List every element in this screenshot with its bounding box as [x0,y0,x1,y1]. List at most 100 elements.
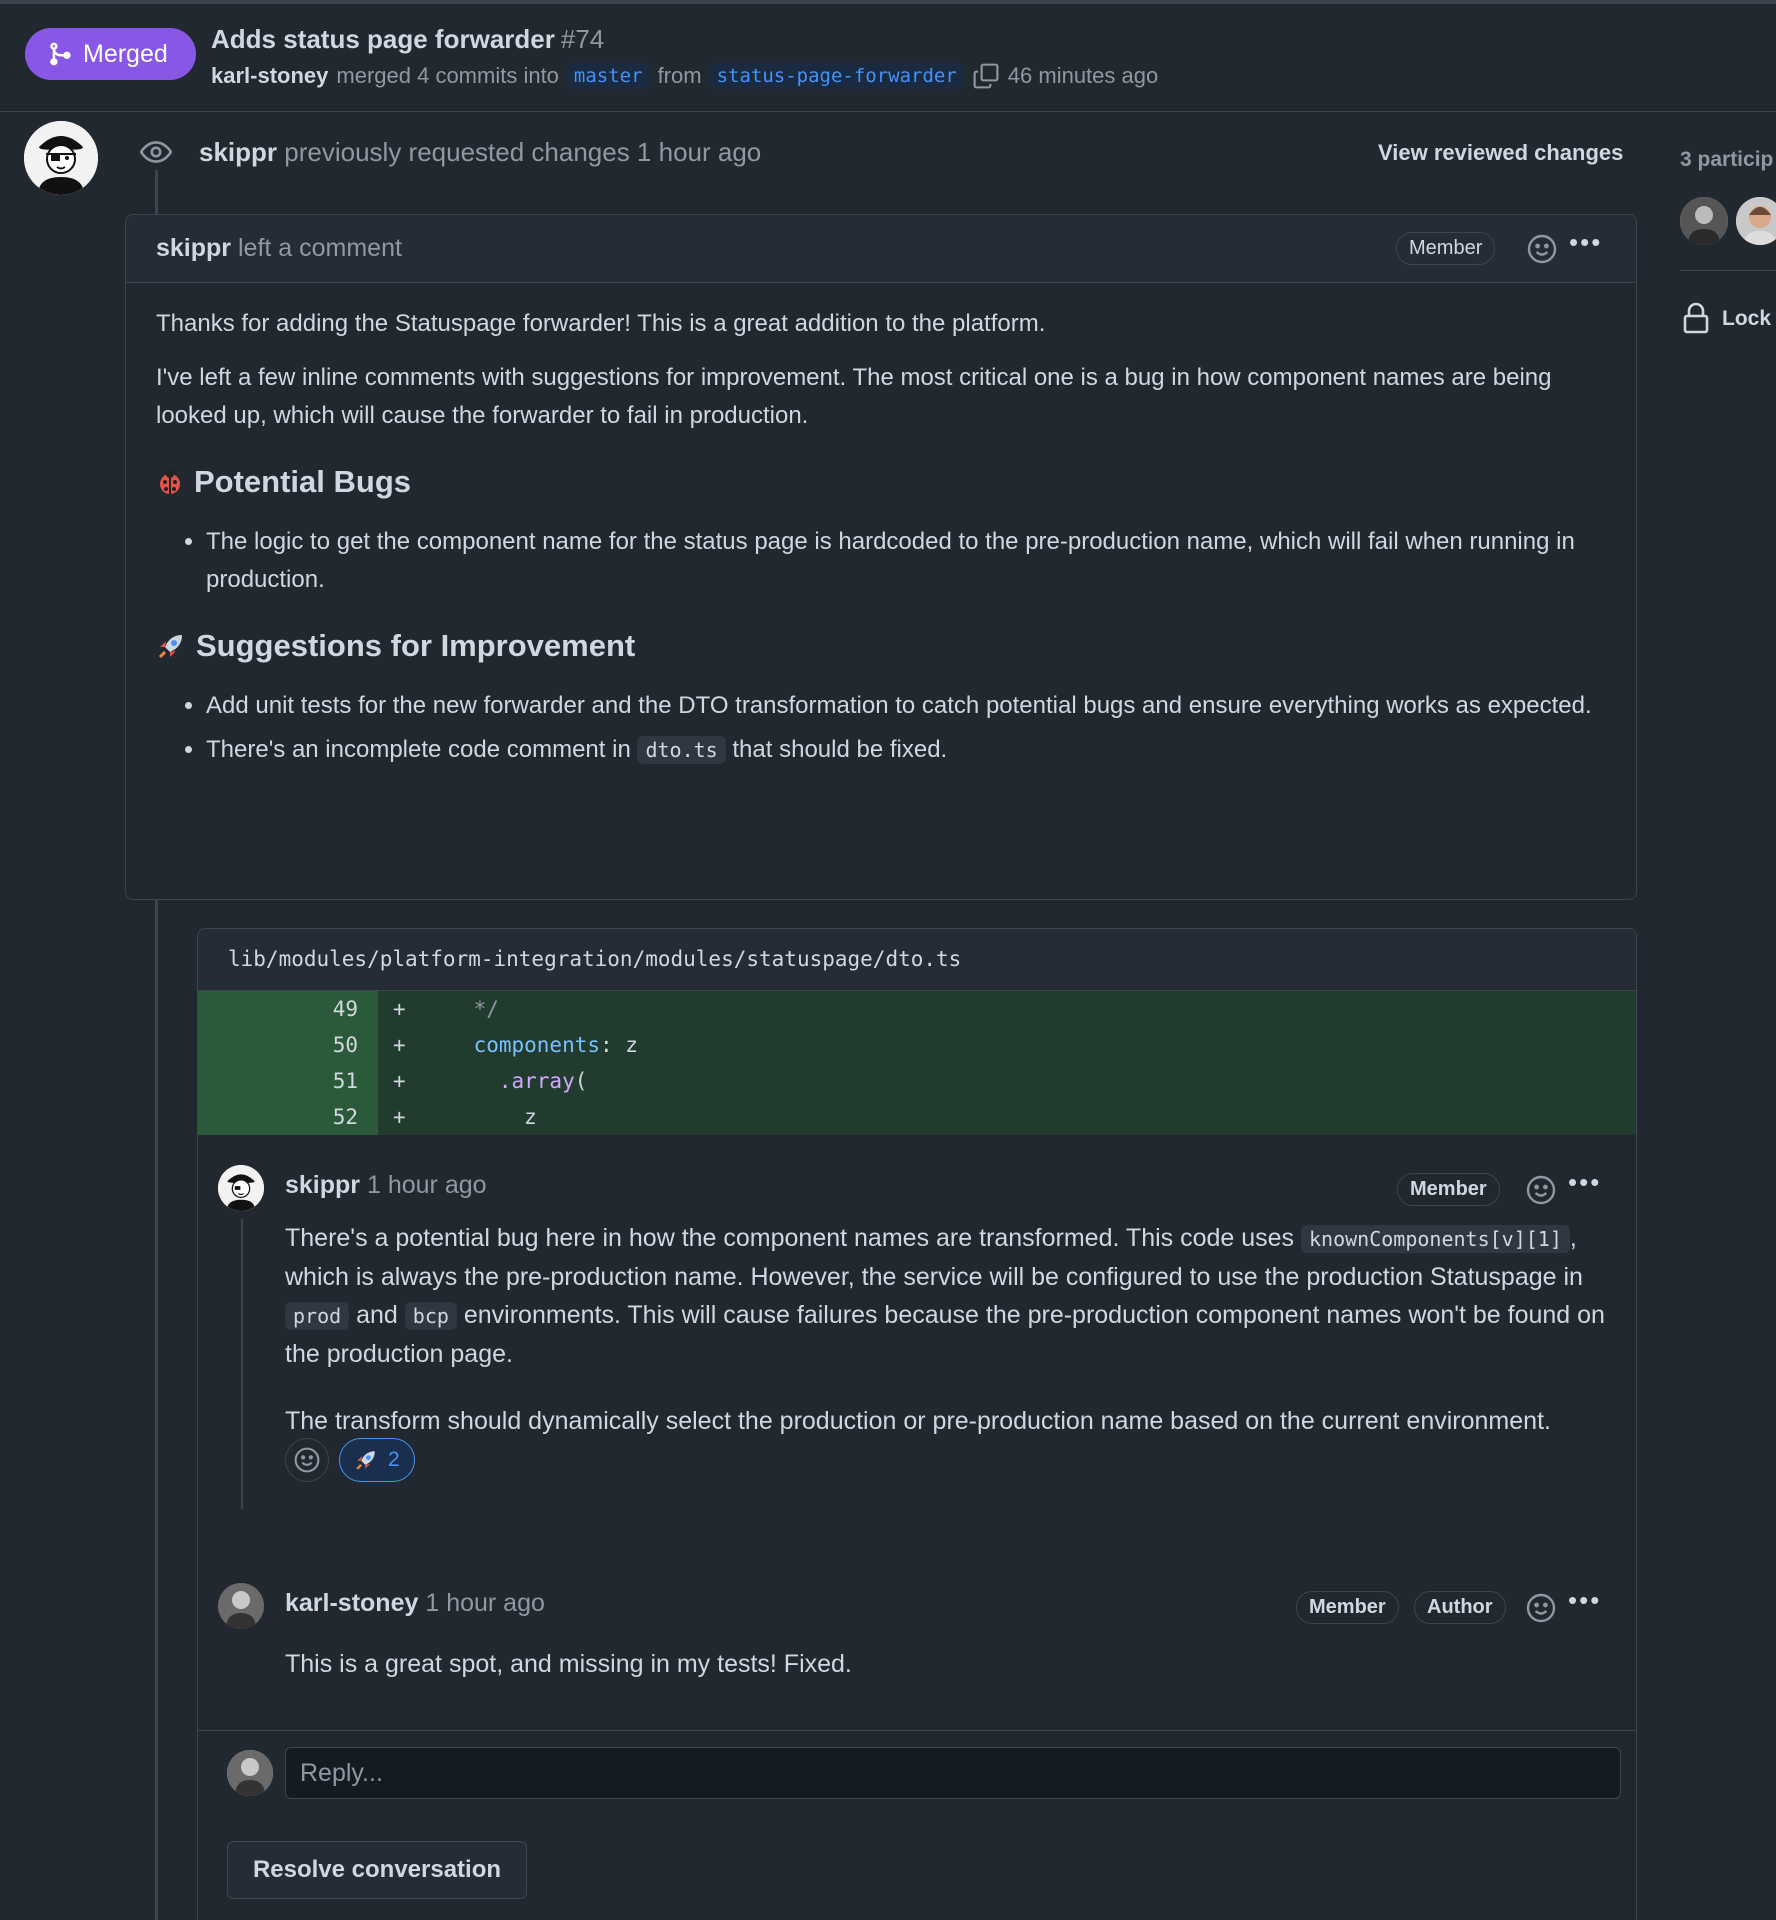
comment-header: skippr 1 hour ago [285,1171,487,1200]
participants-heading: 3 particip [1680,148,1774,171]
diff-sign: + [393,1069,406,1093]
review-paragraph: I've left a few inline comments with sug… [156,364,1552,429]
review-body: Thanks for adding the Statuspage forward… [156,305,1616,775]
suggestions-heading-text: Suggestions for Improvement [196,628,636,663]
diff-token: ( [574,1069,588,1093]
add-reaction-icon[interactable] [1525,1174,1557,1206]
avatar[interactable] [218,1583,264,1629]
add-reaction-button[interactable] [285,1438,329,1482]
list-item-text: that should be fixed. [732,736,948,763]
review-event-text: previously requested changes 1 hour ago [284,137,762,167]
lock-icon[interactable] [1682,302,1710,334]
diff-code: components: z [423,1027,638,1063]
diff-token: .array [498,1069,575,1093]
diff-line: 52 + z [198,1099,1636,1135]
diff-code: z [423,1099,537,1135]
pr-title: Adds status page forwarder #74 [211,24,604,55]
comment-text: environments. This will cause failures b… [285,1301,1605,1368]
more-options-icon[interactable]: ••• [1568,1167,1601,1198]
participant-avatar[interactable] [1680,197,1728,245]
review-author-line: skippr left a comment [156,234,402,263]
inline-code: dto.ts [637,736,726,764]
member-badge: Member [1396,232,1496,265]
resolve-conversation-button[interactable]: Resolve conversation [227,1841,527,1899]
rocket-reaction-button[interactable]: 2 [339,1438,415,1482]
diff-line: 51 + .array( [198,1063,1636,1099]
diff-line-number[interactable]: 52 [288,1099,358,1135]
file-path[interactable]: lib/modules/platform-integration/modules… [198,929,1636,991]
eye-icon [139,141,173,163]
pr-header: Merged Adds status page forwarder #74 kar… [0,4,1776,112]
comment-header: karl-stoney 1 hour ago [285,1589,545,1618]
pr-number: #74 [560,24,605,54]
pr-title-text: Adds status page forwarder [211,24,555,54]
pr-merged-text: merged 4 commits into [336,63,559,88]
review-thread: lib/modules/platform-integration/modules… [197,928,1637,1920]
suggestions-list: Add unit tests for the new forwarder and… [206,687,1616,769]
reply-input[interactable]: Reply... [285,1747,1621,1799]
review-event-line: skippr previously requested changes 1 ho… [199,137,761,168]
comment-text: There's a potential bug here in how the … [285,1224,1295,1252]
list-item-text: There's an incomplete code comment in [206,736,631,763]
participant-avatar-image [1680,197,1728,245]
diff-indent [423,1033,474,1057]
diff-line-number[interactable]: 51 [288,1063,358,1099]
more-options-icon[interactable]: ••• [1569,227,1602,258]
sidebar-divider [1680,270,1776,271]
more-options-icon[interactable]: ••• [1568,1585,1601,1616]
pr-author-link[interactable]: karl-stoney [211,63,328,89]
review-comment-box: skippr left a comment Member ••• Thanks … [125,214,1637,900]
comment-time[interactable]: 1 hour ago [425,1589,545,1617]
list-item: There's an incomplete code comment in dt… [206,731,1616,769]
review-event-user[interactable]: skippr [199,137,277,167]
comment-time[interactable]: 1 hour ago [367,1171,487,1199]
comment-paragraph: The transform should dynamically select … [285,1407,1551,1435]
comment-paragraph: There's a potential bug here in how the … [285,1219,1605,1373]
diff-token: z [524,1105,537,1129]
avatar[interactable] [24,121,98,195]
list-item: The logic to get the component name for … [206,523,1616,599]
review-header: skippr left a comment Member ••• [126,215,1636,283]
avatar[interactable] [218,1165,264,1211]
review-author[interactable]: skippr [156,234,231,262]
diff-line-number[interactable]: 49 [288,991,358,1027]
view-reviewed-changes-link[interactable]: View reviewed changes [1378,140,1623,166]
copy-icon[interactable] [972,62,1000,90]
inline-code: bcp [404,1302,457,1330]
merge-icon [50,42,71,66]
skippr-avatar-image [218,1165,264,1211]
base-branch[interactable]: master [566,63,650,89]
bugs-list: The logic to get the component name for … [206,523,1616,599]
diff-sign: + [393,1105,406,1129]
add-reaction-icon[interactable] [1525,1592,1557,1624]
pr-time: 46 minutes ago [1007,63,1159,88]
diff-line: 49 + */ [198,991,1636,1027]
diff-line-number[interactable]: 50 [288,1027,358,1063]
head-branch[interactable]: status-page-forwarder [709,63,964,89]
comment-author[interactable]: karl-stoney [285,1589,418,1617]
karl-avatar-image [227,1750,273,1796]
review-paragraph: Thanks for adding the Statuspage forward… [156,310,1046,337]
avatar [227,1750,273,1796]
review-action: left a comment [237,234,402,262]
skippr-avatar-image [24,121,98,195]
bugs-heading: Potential Bugs [156,463,1616,501]
inline-code: knownComponents[v][1] [1301,1225,1570,1253]
diff-hunk: 49 + */ 50 + components: z 51 + .array( … [198,991,1636,1135]
diff-indent [423,1105,524,1129]
diff-token: components [473,1033,601,1057]
reply-area: Reply... [198,1730,1636,1812]
diff-sign: + [393,997,406,1021]
member-badge: Member [1296,1591,1399,1624]
comment-author[interactable]: skippr [285,1171,360,1199]
member-badge: Member [1397,1173,1500,1206]
author-badge: Author [1414,1591,1506,1624]
reaction-count: 2 [388,1448,400,1471]
lock-conversation-link[interactable]: Lock [1722,307,1771,331]
rocket-icon [158,635,182,659]
participant-avatar[interactable] [1736,197,1776,245]
add-reaction-icon[interactable] [1526,233,1558,265]
diff-indent [423,997,474,1021]
ladybug-icon [160,470,180,494]
thread-comment: skippr 1 hour ago Member ••• There's a p… [198,1163,1636,1493]
